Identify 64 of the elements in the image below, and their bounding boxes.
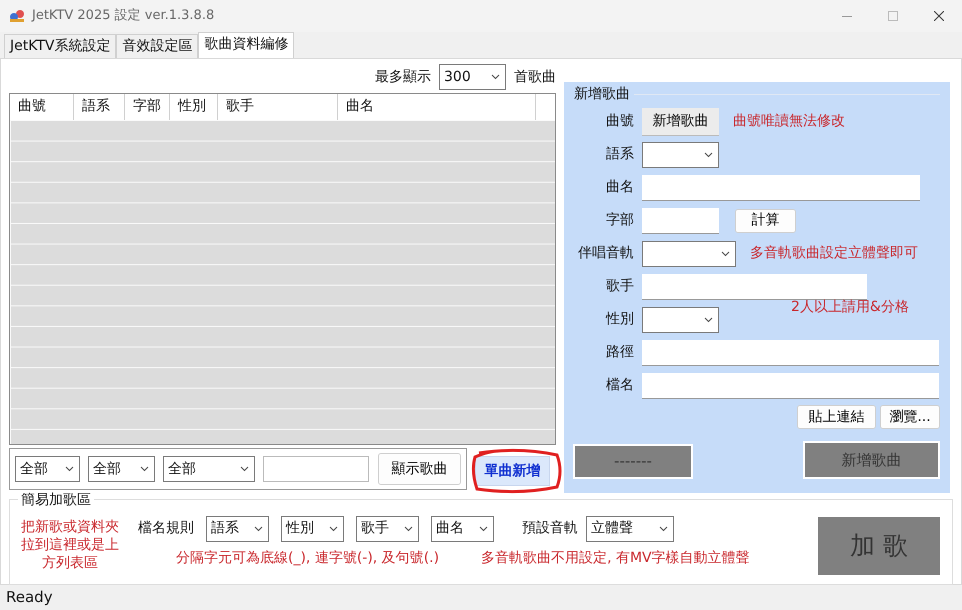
field-label: 歌手 — [605, 277, 634, 296]
caret-icon — [329, 526, 338, 532]
input-field[interactable] — [642, 274, 867, 300]
dropdown[interactable]: 全部 — [162, 456, 256, 482]
tab[interactable]: JetKTV系統設定 — [4, 34, 116, 58]
input-field[interactable] — [263, 456, 370, 482]
dropdown[interactable] — [642, 306, 719, 332]
dropdown[interactable] — [642, 240, 736, 266]
field-label: 曲號 — [605, 112, 634, 131]
dropdown[interactable]: 立體聲 — [586, 516, 674, 542]
app-logo-icon — [8, 9, 26, 23]
caret-icon — [721, 250, 730, 256]
field-label: 預設音軌 — [522, 519, 578, 538]
dropdown[interactable] — [642, 142, 719, 168]
show-songs-button[interactable]: 顯示歌曲 — [378, 453, 461, 485]
dropdown[interactable]: 曲名 — [431, 516, 494, 542]
field-label: 檔名規則 — [138, 519, 194, 538]
caret-icon — [240, 466, 250, 472]
song-number-button[interactable]: 新增歌曲 — [642, 108, 719, 136]
drop-hint: 把新歌或資料夾拉到這裡或是上方列表區 — [20, 518, 120, 572]
single-add-button[interactable]: 單曲新增 — [475, 456, 550, 486]
field-label: 伴唱音軌 — [577, 244, 634, 263]
hint-text: 多音軌歌曲設定立體聲即可 — [750, 244, 918, 263]
close-icon[interactable] — [934, 11, 944, 21]
window-title: JetKTV 2025 設定 ver.1.3.8.8 — [32, 7, 216, 26]
caret-icon — [479, 526, 488, 532]
field-label: 性別 — [604, 310, 634, 329]
hint-text: 多音軌歌曲不用設定, 有MV字樣自動立體聲 — [481, 548, 750, 568]
browse-button[interactable]: 瀏覽... — [880, 405, 940, 429]
caret-icon — [254, 526, 263, 532]
input-field[interactable] — [642, 208, 719, 234]
tab[interactable]: 音效設定區 — [116, 34, 198, 58]
field-label: 曲名 — [605, 178, 634, 197]
field-label: 字部 — [605, 211, 634, 230]
caret-icon — [659, 526, 668, 532]
dropdown[interactable]: 全部 — [15, 456, 80, 482]
dropdown[interactable]: 語系 — [206, 516, 269, 542]
field-label: 語系 — [605, 145, 634, 164]
calculate-button[interactable]: 計算 — [735, 208, 796, 232]
dropdown[interactable]: 歌手 — [356, 516, 419, 542]
field-label: 檔名 — [605, 376, 634, 395]
input-field[interactable] — [642, 340, 939, 366]
dropdown[interactable]: 300 — [439, 64, 506, 90]
field-label: 路徑 — [605, 343, 634, 362]
hint-text: 分隔字元可為底線(_), 連字號(-), 及句號(.) — [176, 548, 440, 568]
maximize-icon[interactable] — [888, 11, 898, 21]
field-label: 首歌曲 — [514, 68, 556, 86]
caret-icon — [704, 152, 713, 158]
dropdown[interactable]: 全部 — [88, 456, 155, 482]
caret-icon — [491, 74, 500, 80]
group-title: 新增歌曲 — [574, 85, 630, 104]
tab[interactable]: 歌曲資料編修 — [198, 32, 294, 58]
caret-icon — [65, 466, 74, 472]
input-field[interactable] — [642, 372, 939, 398]
dropdown[interactable]: 性別 — [281, 516, 344, 542]
field-label: 最多顯示 — [375, 68, 431, 86]
hint-text: 曲號唯讀無法修改 — [733, 112, 845, 131]
input-field[interactable] — [642, 174, 920, 200]
caret-icon — [140, 466, 149, 472]
paste-link-button[interactable]: 貼上連結 — [797, 405, 876, 429]
caret-icon — [704, 316, 713, 322]
hint-text: 2人以上請用&分格 — [791, 298, 909, 317]
caret-icon — [404, 526, 413, 532]
status-text: Ready — [6, 588, 53, 606]
